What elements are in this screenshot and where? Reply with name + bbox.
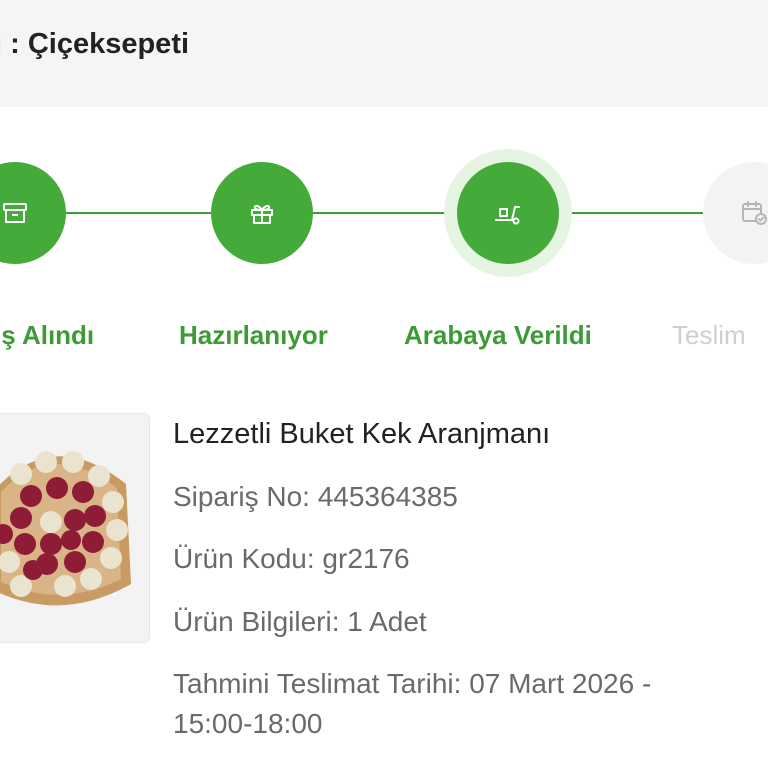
step-delivered bbox=[703, 162, 768, 264]
page-header: ı : Çiçeksepeti bbox=[0, 0, 768, 107]
gift-icon bbox=[251, 204, 273, 224]
product-image[interactable] bbox=[0, 413, 150, 643]
estimated-delivery-date: Tahmini Teslimat Tarihi: 07 Mart 2026 - bbox=[173, 668, 652, 699]
calendar-check-icon bbox=[742, 201, 767, 225]
track-line-2 bbox=[312, 212, 458, 214]
product-code: Ürün Kodu: gr2176 bbox=[173, 543, 410, 574]
step-preparing bbox=[211, 162, 313, 264]
box-icon bbox=[3, 203, 27, 223]
track-line-3 bbox=[558, 212, 704, 214]
product-info: Ürün Bilgileri: 1 Adet bbox=[173, 606, 427, 637]
delivery-cart-icon bbox=[495, 206, 520, 225]
estimated-delivery-time: 15:00-18:00 bbox=[173, 708, 323, 739]
step-label-order-received: iş Alındı bbox=[0, 320, 95, 350]
order-number: Sipariş No: 445364385 bbox=[173, 481, 458, 512]
step-label-delivered: Teslim bbox=[672, 320, 746, 350]
track-line-1 bbox=[64, 212, 212, 214]
cake-bouquet-image bbox=[0, 414, 149, 642]
step-label-preparing: Hazırlanıyor bbox=[179, 320, 328, 350]
header-title: ı : Çiçeksepeti bbox=[0, 28, 190, 60]
step-order-received bbox=[0, 162, 66, 264]
step-out-for-delivery bbox=[457, 162, 559, 264]
product-name: Lezzetli Buket Kek Aranjmanı bbox=[173, 418, 551, 450]
step-label-out-for-delivery: Arabaya Verildi bbox=[404, 320, 592, 350]
